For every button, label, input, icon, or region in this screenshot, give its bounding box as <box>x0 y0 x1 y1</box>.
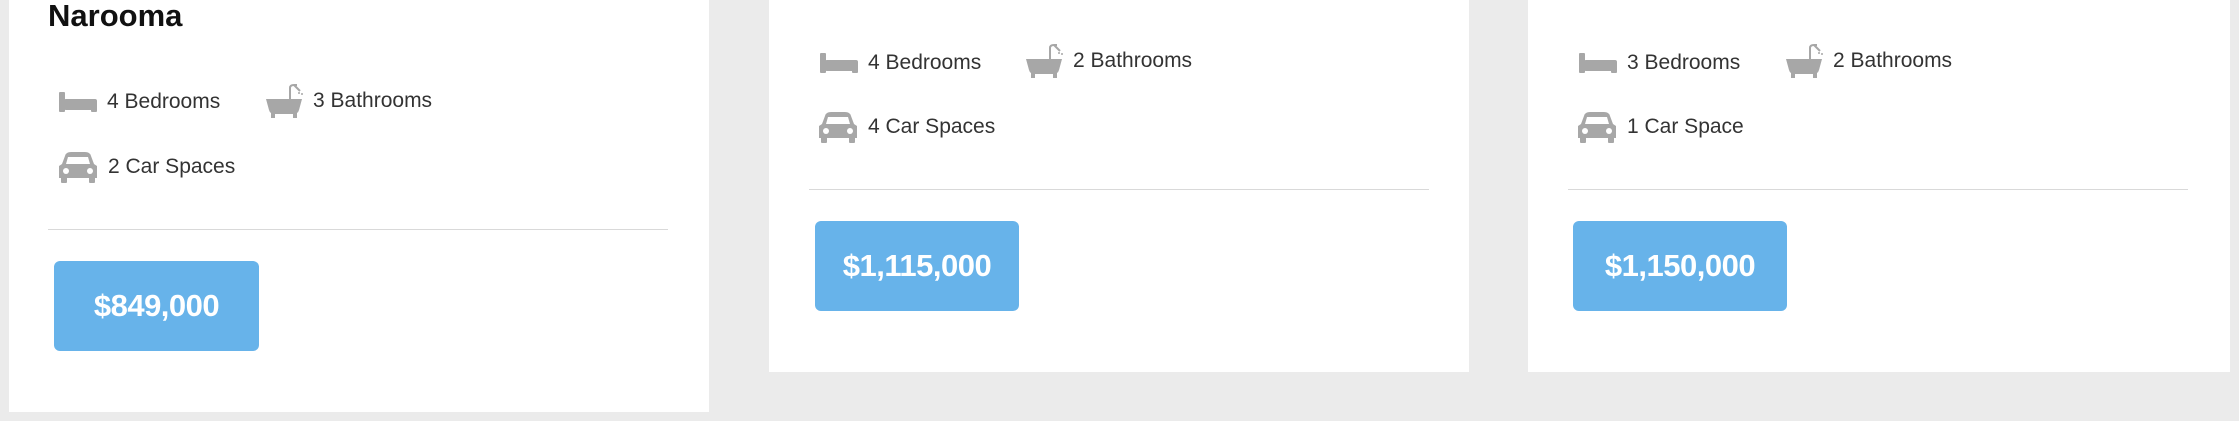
bed-icon <box>1579 53 1617 73</box>
bedrooms-feature: 4 Bedrooms <box>58 90 220 114</box>
bed-icon <box>820 53 858 73</box>
divider <box>48 229 668 230</box>
listing-card: 4 Bedrooms 2 Bathrooms 4 Car Spaces $1,1… <box>769 0 1469 372</box>
car-spaces-feature: 4 Car Spaces <box>817 110 995 144</box>
divider <box>809 189 1429 190</box>
bathrooms-label: 2 Bathrooms <box>1833 49 1953 72</box>
car-icon <box>59 152 97 183</box>
car-icon <box>1578 112 1616 143</box>
car-spaces-feature: 2 Car Spaces <box>57 150 235 184</box>
car-spaces-label: 1 Car Space <box>1627 115 1744 138</box>
bathtub-icon <box>1026 44 1063 78</box>
listing-card: 3 Bedrooms 2 Bathrooms 1 Car Space $1,15… <box>1528 0 2230 372</box>
price-button[interactable]: $1,150,000 <box>1573 221 1787 311</box>
listing-title: Narooma <box>48 0 183 33</box>
listing-card: Narooma 4 Bedrooms 3 Bathrooms 2 Car Spa… <box>9 0 709 412</box>
car-spaces-label: 4 Car Spaces <box>868 115 996 138</box>
bed-icon <box>59 92 97 112</box>
bathrooms-feature: 2 Bathrooms <box>1024 43 1192 79</box>
car-spaces-label: 2 Car Spaces <box>108 155 236 178</box>
bedrooms-feature: 3 Bedrooms <box>1578 51 1740 75</box>
bathrooms-feature: 2 Bathrooms <box>1784 43 1952 79</box>
divider <box>1568 189 2188 190</box>
price-button[interactable]: $849,000 <box>54 261 259 351</box>
car-spaces-feature: 1 Car Space <box>1576 110 1744 144</box>
bedrooms-label: 4 Bedrooms <box>868 51 982 74</box>
bedrooms-feature: 4 Bedrooms <box>819 51 981 75</box>
price-button[interactable]: $1,115,000 <box>815 221 1019 311</box>
bathrooms-label: 2 Bathrooms <box>1073 49 1193 72</box>
bedrooms-label: 4 Bedrooms <box>107 90 221 113</box>
bathtub-icon <box>266 84 303 118</box>
bathrooms-label: 3 Bathrooms <box>313 89 433 112</box>
car-icon <box>819 112 857 143</box>
bathtub-icon <box>1786 44 1823 78</box>
bathrooms-feature: 3 Bathrooms <box>264 83 432 119</box>
bedrooms-label: 3 Bedrooms <box>1627 51 1741 74</box>
